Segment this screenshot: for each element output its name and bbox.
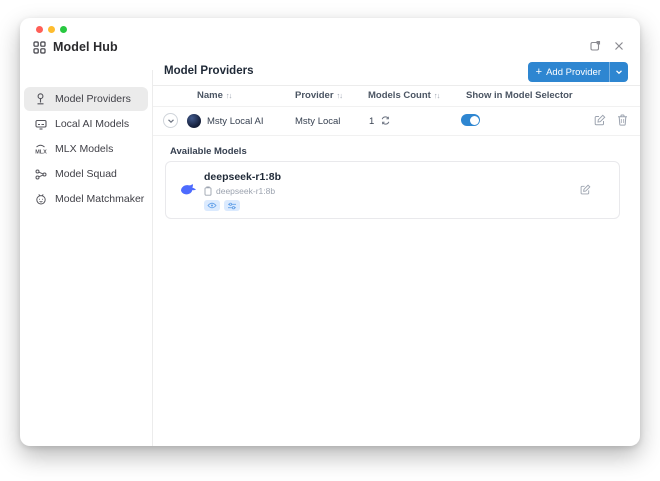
- provider-table-row: Msty Local AI Msty Local 1: [153, 107, 640, 135]
- sidebar-item-label: MLX Models: [55, 143, 114, 155]
- traffic-lights: [36, 26, 67, 33]
- titlebar: Model Hub: [33, 40, 118, 54]
- vision-badge-icon: [204, 200, 220, 211]
- sidebar-item-label: Model Matchmaker: [55, 193, 145, 205]
- sidebar-item-model-matchmaker[interactable]: Model Matchmaker: [24, 187, 148, 211]
- add-provider-dropdown-toggle[interactable]: [609, 62, 628, 82]
- divider: [153, 135, 640, 136]
- sidebar-item-model-providers[interactable]: Model Providers: [24, 87, 148, 111]
- sort-icon[interactable]: ↑↓: [434, 91, 440, 100]
- column-header-models-count[interactable]: Models Count ↑↓: [368, 90, 440, 101]
- sidebar-item-label: Model Squad: [55, 168, 117, 180]
- window-title: Model Hub: [53, 40, 118, 54]
- sync-models-icon[interactable]: [381, 116, 390, 128]
- edit-provider-icon[interactable]: [594, 114, 606, 126]
- model-card[interactable]: deepseek-r1:8b deepseek-r1:8b: [165, 161, 620, 219]
- available-models-heading: Available Models: [170, 146, 247, 157]
- model-title: deepseek-r1:8b: [204, 171, 282, 183]
- sort-icon[interactable]: ↑↓: [337, 91, 343, 100]
- show-in-model-selector-toggle[interactable]: [461, 114, 480, 126]
- table-header: Name ↑↓ Provider ↑↓ Models Count ↑↓ Show…: [153, 86, 640, 106]
- monitor-icon: [34, 119, 47, 130]
- model-id-text: deepseek-r1:8b: [216, 186, 276, 196]
- delete-provider-icon[interactable]: [617, 114, 628, 126]
- models-count-cell: 1: [369, 116, 375, 127]
- add-provider-label: Add Provider: [546, 66, 601, 78]
- add-provider-button[interactable]: + Add Provider: [527, 62, 628, 82]
- page-title: Model Providers: [164, 65, 254, 77]
- sidebar-item-label: Model Providers: [55, 93, 131, 105]
- edit-model-icon[interactable]: [580, 184, 591, 195]
- model-hub-grid-icon: [33, 40, 46, 54]
- sidebar-item-mlx-models[interactable]: MLX MLX Models: [24, 137, 148, 161]
- sidebar: Model Providers Local AI Models MLX MLX …: [20, 70, 153, 446]
- plus-icon: +: [535, 66, 543, 78]
- msty-local-ai-logo-icon: [187, 114, 201, 128]
- column-header-name[interactable]: Name ↑↓: [197, 90, 232, 101]
- svg-text:MLX: MLX: [35, 150, 47, 156]
- model-hub-window: Model Hub Model Providers Local AI Model…: [20, 18, 640, 446]
- mlx-icon: MLX: [34, 143, 47, 155]
- zoom-traffic-light[interactable]: [60, 26, 67, 33]
- main-panel: Model Providers + Add Provider Name ↑↓ P…: [153, 18, 640, 446]
- column-header-show-in-model-selector: Show in Model Selector: [466, 90, 573, 101]
- provider-type-cell: Msty Local: [295, 116, 341, 127]
- sidebar-item-model-squad[interactable]: Model Squad: [24, 162, 148, 186]
- provider-name-cell: Msty Local AI: [207, 116, 264, 127]
- sidebar-item-local-ai-models[interactable]: Local AI Models: [24, 112, 148, 136]
- matchmaker-icon: [34, 193, 47, 205]
- close-traffic-light[interactable]: [36, 26, 43, 33]
- minimize-traffic-light[interactable]: [48, 26, 55, 33]
- column-header-provider[interactable]: Provider ↑↓: [295, 90, 343, 101]
- params-badge-icon: [224, 200, 240, 211]
- deepseek-whale-icon: [180, 183, 197, 201]
- collapse-row-button[interactable]: [163, 113, 178, 128]
- toggle-knob: [469, 115, 479, 125]
- copy-model-id-icon[interactable]: [204, 186, 212, 196]
- sidebar-item-label: Local AI Models: [55, 118, 130, 130]
- sort-icon[interactable]: ↑↓: [226, 91, 232, 100]
- nodes-icon: [34, 169, 47, 180]
- provider-plug-icon: [34, 93, 47, 105]
